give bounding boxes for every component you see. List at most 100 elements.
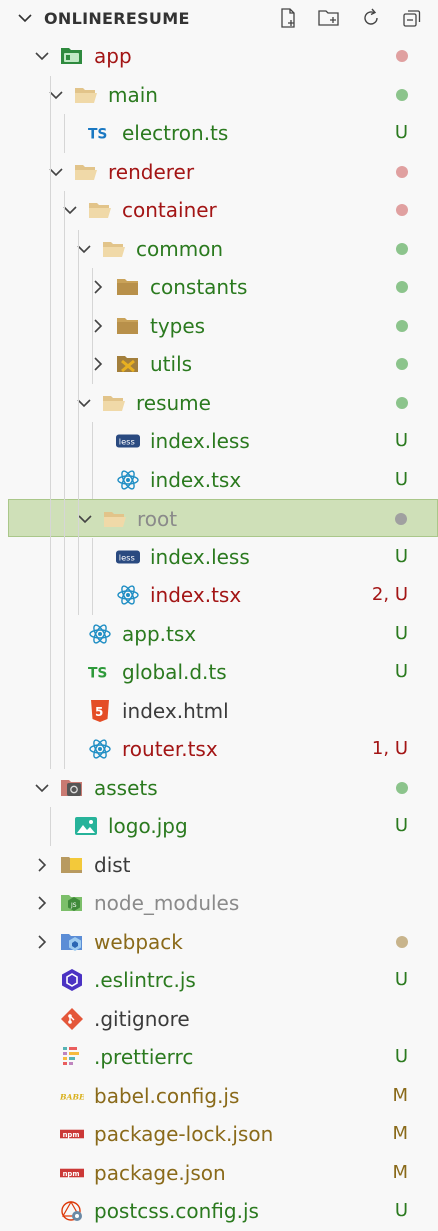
- html5-icon: 5: [88, 699, 112, 723]
- tree-item-label: router.tsx: [122, 737, 218, 761]
- git-status-badge: U: [394, 1200, 408, 1221]
- collapse-all-icon[interactable]: [398, 4, 426, 32]
- tree-item-label: index.tsx: [150, 583, 242, 607]
- tree-file-row[interactable]: BABEL babel.config.js M: [8, 1077, 438, 1115]
- git-status-badge: U: [394, 1046, 408, 1067]
- git-status-badge: U: [394, 122, 408, 143]
- tree-file-row[interactable]: .gitignore: [8, 1000, 438, 1038]
- tree-folder-row[interactable]: common: [8, 230, 438, 268]
- tree-item-label: global.d.ts: [122, 660, 227, 684]
- tree-folder-row[interactable]: types: [8, 307, 438, 345]
- git-status-badge: 2, U: [371, 584, 408, 605]
- node-folder-icon: JS: [60, 891, 84, 915]
- new-folder-icon[interactable]: [315, 4, 343, 32]
- tree-folder-row[interactable]: renderer: [8, 153, 438, 191]
- git-status-dot: [396, 358, 408, 370]
- git-status-dot: [395, 513, 407, 525]
- indent-guide: [92, 268, 93, 384]
- less-icon: less: [116, 545, 140, 569]
- tree-file-row[interactable]: 5 index.html: [8, 692, 438, 730]
- git-status-dot: [396, 204, 408, 216]
- chevron-right-icon[interactable]: [32, 932, 52, 952]
- git-status-badge: M: [392, 1162, 408, 1183]
- postcss-icon: [60, 1199, 84, 1223]
- utils-folder-icon: [116, 352, 140, 376]
- chevron-down-icon[interactable]: [74, 239, 94, 259]
- tree-folder-row[interactable]: root: [8, 499, 438, 537]
- chevron-right-icon[interactable]: [88, 316, 108, 336]
- chevron-down-icon[interactable]: [60, 200, 80, 220]
- git-status-badge: U: [394, 469, 408, 490]
- git-status-dot: [396, 782, 408, 794]
- tree-item-label: constants: [150, 275, 248, 299]
- tree-file-row[interactable]: npm package.json M: [8, 1154, 438, 1192]
- chevron-down-icon[interactable]: [46, 85, 66, 105]
- svg-text:npm: npm: [63, 1170, 80, 1178]
- svg-text:BABEL: BABEL: [60, 1092, 84, 1101]
- tree-folder-row[interactable]: JS node_modules: [8, 884, 438, 922]
- folder-open-icon: [102, 391, 126, 415]
- eslint-icon: [60, 968, 84, 992]
- tree-file-row[interactable]: TS electron.ts U: [8, 114, 438, 152]
- tree-item-label: index.less: [150, 429, 250, 453]
- npm-icon: npm: [60, 1122, 84, 1146]
- chevron-down-icon[interactable]: [32, 778, 52, 798]
- tree-file-row[interactable]: npm package-lock.json M: [8, 1115, 438, 1153]
- tree-folder-row[interactable]: constants: [8, 268, 438, 306]
- chevron-right-icon[interactable]: [88, 354, 108, 374]
- tree-folder-row[interactable]: main: [8, 76, 438, 114]
- tree-folder-row[interactable]: utils: [8, 345, 438, 383]
- svg-text:less: less: [119, 437, 135, 447]
- tree-file-row[interactable]: TS global.d.ts U: [8, 653, 438, 691]
- new-file-icon[interactable]: [274, 4, 302, 32]
- typescript-icon: TS: [88, 121, 112, 145]
- tree-folder-row[interactable]: app: [8, 37, 438, 75]
- indent-guide: [64, 114, 65, 153]
- tree-folder-row[interactable]: assets: [8, 769, 438, 807]
- chevron-down-icon[interactable]: [74, 393, 94, 413]
- folder-open-icon: [103, 507, 127, 531]
- tree-file-row[interactable]: .prettierrc U: [8, 1038, 438, 1076]
- chevron-down-icon[interactable]: [46, 162, 66, 182]
- dist-folder-icon: [60, 853, 84, 877]
- tree-folder-row[interactable]: webpack: [8, 923, 438, 961]
- tree-folder-row[interactable]: dist: [8, 846, 438, 884]
- tree-file-row[interactable]: app.tsx U: [8, 615, 438, 653]
- collapse-section-chevron-icon[interactable]: [16, 9, 34, 31]
- svg-text:less: less: [119, 553, 135, 563]
- tree-file-row[interactable]: index.tsx 2, U: [8, 576, 438, 614]
- react-icon: [116, 468, 140, 492]
- prettier-icon: [60, 1045, 84, 1069]
- react-icon: [88, 737, 112, 761]
- tree-file-row[interactable]: less index.less U: [8, 538, 438, 576]
- typescript-def-icon: TS: [88, 660, 112, 684]
- tree-item-label: .eslintrc.js: [94, 968, 196, 992]
- git-status-dot: [396, 166, 408, 178]
- tree-folder-row[interactable]: resume: [8, 384, 438, 422]
- chevron-right-icon[interactable]: [32, 855, 52, 875]
- refresh-icon[interactable]: [357, 4, 385, 32]
- chevron-down-icon[interactable]: [32, 46, 52, 66]
- tree-file-row[interactable]: less index.less U: [8, 422, 438, 460]
- svg-text:JS: JS: [70, 902, 77, 909]
- chevron-right-icon[interactable]: [32, 893, 52, 913]
- tree-file-row[interactable]: postcss.config.js U: [8, 1192, 438, 1230]
- tree-item-label: container: [122, 198, 217, 222]
- tree-item-label: resume: [136, 391, 211, 415]
- tree-item-label: node_modules: [94, 891, 240, 915]
- babel-icon: BABEL: [60, 1084, 84, 1108]
- npm-icon: npm: [60, 1161, 84, 1185]
- chevron-right-icon[interactable]: [88, 277, 108, 297]
- tree-item-label: index.tsx: [150, 468, 242, 492]
- tree-file-row[interactable]: logo.jpg U: [8, 807, 438, 845]
- tree-file-row[interactable]: router.tsx 1, U: [8, 730, 438, 768]
- explorer-title: ONLINERESUME: [44, 9, 190, 28]
- tree-file-row[interactable]: index.tsx U: [8, 461, 438, 499]
- git-status-badge: U: [394, 430, 408, 451]
- tree-item-label: app: [94, 44, 132, 68]
- tree-file-row[interactable]: .eslintrc.js U: [8, 961, 438, 999]
- tree-folder-row[interactable]: container: [8, 191, 438, 229]
- folder-open-icon: [102, 237, 126, 261]
- tree-item-label: main: [108, 83, 158, 107]
- tree-item-label: package-lock.json: [94, 1122, 274, 1146]
